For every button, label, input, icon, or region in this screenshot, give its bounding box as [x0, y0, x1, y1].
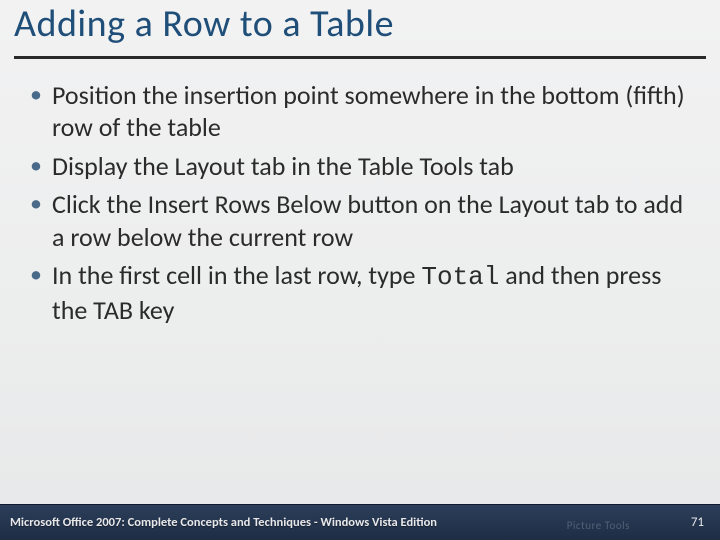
list-item: Display the Layout tab in the Table Tool…	[28, 150, 692, 183]
body-area: Position the insertion point somewhere i…	[0, 59, 720, 327]
footer-ghost-text: Picture Tools	[567, 519, 630, 532]
slide: Adding a Row to a Table Position the ins…	[0, 0, 720, 540]
footer-bar: Microsoft Office 2007: Complete Concepts…	[0, 504, 720, 540]
slide-title: Adding a Row to a Table	[14, 4, 706, 46]
list-item: In the first cell in the last row, type …	[28, 259, 692, 326]
title-area: Adding a Row to a Table	[0, 0, 720, 46]
list-item: Click the Insert Rows Below button on th…	[28, 188, 692, 253]
bullet-text: Display the Layout tab in the Table Tool…	[52, 150, 514, 182]
bullet-code: Total	[421, 262, 499, 292]
footer-text: Microsoft Office 2007: Complete Concepts…	[10, 515, 437, 530]
bullet-text: Click the Insert Rows Below button on th…	[52, 188, 683, 253]
list-item: Position the insertion point somewhere i…	[28, 79, 692, 144]
page-number: 71	[691, 515, 704, 530]
bullet-text-prefix: In the first cell in the last row, type	[52, 259, 421, 291]
bullet-text: Position the insertion point somewhere i…	[52, 79, 685, 144]
bullet-list: Position the insertion point somewhere i…	[28, 79, 692, 327]
